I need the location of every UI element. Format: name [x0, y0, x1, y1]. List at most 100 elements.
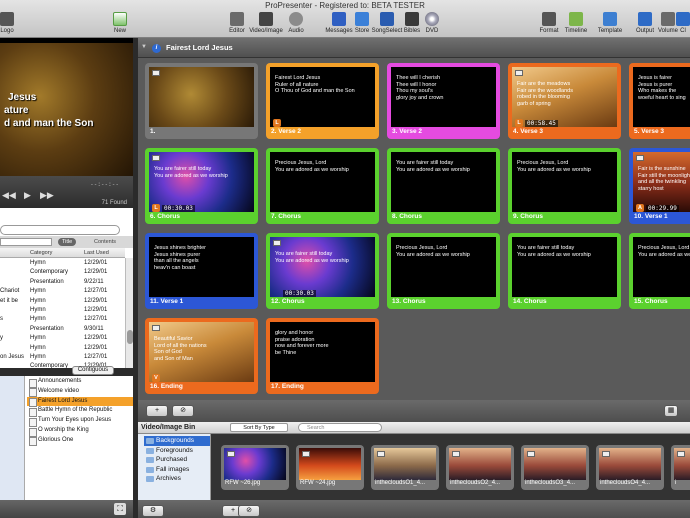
slide-thumbnail[interactable]: You are fairer still today You are adore…: [266, 233, 379, 309]
dvd-button[interactable]: DVD: [417, 12, 447, 34]
library-row[interactable]: Hymn 12/29/01: [0, 259, 125, 268]
slide-thumbnail[interactable]: Jesus is fairer Jesus is purer Who makes…: [629, 63, 690, 139]
collapse-arrow-icon[interactable]: ▼: [141, 44, 147, 50]
media-thumbnail[interactable]: inthecloudsO1_4...: [371, 445, 439, 490]
slide-thumbnail[interactable]: You are fairer still today You are adore…: [508, 233, 621, 309]
library-row[interactable]: et it be Hymn 12/29/01: [0, 297, 125, 306]
library-cell-last-used: 12/29/01: [84, 260, 108, 266]
media-folder[interactable]: Backgrounds: [144, 436, 210, 446]
library-row[interactable]: Chariot Hymn 12/27/01: [0, 287, 125, 296]
slide-thumbnail[interactable]: Thee will I cherish Thee will I honor Th…: [387, 63, 500, 139]
playlist-item[interactable]: Fairest Lord Jesus: [27, 396, 133, 407]
format-icon: [542, 12, 556, 26]
presentation-title: Fairest Lord Jesus: [166, 43, 233, 52]
media-thumbnail[interactable]: i: [671, 445, 690, 490]
new-button[interactable]: New: [105, 12, 135, 34]
speaker-icon: [289, 12, 303, 26]
preview-line-1: Jesus: [8, 92, 37, 103]
library-filter-bar: Title Contents: [0, 236, 133, 248]
library-row[interactable]: on Jesus Hymn 12/27/01: [0, 353, 125, 362]
library-row[interactable]: s Hymn 12/27/01: [0, 315, 125, 324]
column-header-last-used[interactable]: Last Used: [84, 250, 109, 256]
playlist-item[interactable]: Turn Your Eyes upon Jesus: [27, 416, 133, 427]
slide-thumbnail[interactable]: Precious Jesus, Lord You are adored as w…: [508, 148, 621, 224]
clear-button[interactable]: Cl: [676, 12, 690, 34]
logo-button[interactable]: Logo: [0, 12, 22, 34]
library-cell-category: Hymn: [30, 316, 46, 323]
format-button[interactable]: Format: [534, 12, 564, 34]
propresenter-window: ProPresenter - Registered to: BETA TESTE…: [0, 0, 690, 518]
library-cell-category: Hymn: [30, 354, 46, 360]
media-folder[interactable]: Archives: [144, 474, 210, 484]
library-row[interactable]: y Hymn 12/29/01: [0, 334, 125, 343]
slide-label: 16. Ending: [150, 383, 183, 390]
add-slide-button[interactable]: +: [146, 405, 168, 417]
no-action-button[interactable]: ⊘: [172, 405, 194, 417]
slide-thumbnail[interactable]: 1.: [145, 63, 258, 139]
tab-contents[interactable]: Contents: [90, 238, 120, 246]
column-header-category[interactable]: Category: [30, 250, 52, 256]
play-button[interactable]: ▶: [24, 190, 31, 201]
store-icon: [355, 12, 369, 26]
timeline-button[interactable]: Timeline: [561, 12, 591, 34]
slide-thumbnail[interactable]: You are fairer still today You are adore…: [387, 148, 500, 224]
library-row[interactable]: Contemporary 12/29/01: [0, 268, 125, 277]
slide-label: 1.: [150, 128, 156, 135]
transport-controls: --:--:-- ◀◀ ▶ ▶▶ 71 Found: [0, 176, 133, 208]
sort-select[interactable]: Sort By Type: [230, 423, 288, 432]
library-cell-last-used: 12/29/01: [84, 344, 108, 351]
library-scrollbar[interactable]: [125, 258, 133, 368]
library-row[interactable]: Hymn 12/29/01: [0, 344, 125, 353]
slide-thumbnail[interactable]: Jesus shines brighter Jesus shines purer…: [145, 233, 258, 309]
audio-button[interactable]: Audio: [281, 12, 311, 34]
gear-button[interactable]: ⚙: [142, 505, 164, 517]
playlist-groups[interactable]: [0, 376, 25, 500]
media-thumbnail[interactable]: inthecloudsO2_4...: [446, 445, 514, 490]
media-thumbnail[interactable]: inthecloudsO3_4...: [521, 445, 589, 490]
library-row[interactable]: Presentation 9/22/11: [0, 278, 125, 287]
library-cell-last-used: 12/27/01: [84, 288, 108, 295]
slide-thumbnail[interactable]: Fair is the sunshine Fair still the moon…: [629, 148, 690, 224]
playlist-item[interactable]: Announcements: [27, 377, 133, 388]
media-folder[interactable]: Foregrounds: [144, 446, 210, 456]
playlist-item[interactable]: Battle Hymn of the Republic: [27, 406, 133, 417]
remove-media-button[interactable]: ⊘: [238, 505, 260, 517]
contiguous-button[interactable]: Contiguous: [72, 366, 114, 375]
slide-thumbnail[interactable]: Fairest Lord Jesus Ruler of all nature O…: [266, 63, 379, 139]
media-folder[interactable]: Fall images: [144, 465, 210, 475]
library-row[interactable]: Presentation 9/30/11: [0, 325, 125, 334]
grid-view-button[interactable]: ▦: [664, 405, 678, 417]
media-thumbnail[interactable]: inthecloudsO4_4...: [596, 445, 664, 490]
slide-thumbnail[interactable]: Beautiful Savior Lord of all the nations…: [145, 318, 258, 394]
library-row[interactable]: Hymn 12/29/01: [0, 306, 125, 315]
slide-thumbnail[interactable]: Precious Jesus, Lord You are adored as w…: [629, 233, 690, 309]
tab-title[interactable]: Title: [58, 238, 77, 246]
fullscreen-button[interactable]: ⛶: [114, 503, 126, 515]
info-icon[interactable]: i: [152, 44, 161, 53]
slide-preview: Jesus shines brighter Jesus shines purer…: [149, 237, 254, 297]
playlist-item[interactable]: Welcome video: [27, 387, 133, 398]
previous-button[interactable]: ◀◀: [2, 190, 16, 201]
media-thumbnail[interactable]: RFW ~26.jpg: [221, 445, 289, 490]
slide-preview: Fair is the sunshine Fair still the moon…: [633, 152, 690, 212]
slide-thumbnail[interactable]: Precious Jesus, Lord You are adored as w…: [266, 148, 379, 224]
library-search-input[interactable]: [0, 225, 120, 235]
next-button[interactable]: ▶▶: [40, 190, 54, 201]
slide-thumbnail[interactable]: glory and honor praise adoration now and…: [266, 318, 379, 394]
template-button[interactable]: Template: [595, 12, 625, 34]
media-thumbnail[interactable]: RFW ~24.jpg: [296, 445, 364, 490]
slide-thumbnail[interactable]: Precious Jesus, Lord You are adored as w…: [387, 233, 500, 309]
playlist-item[interactable]: Glorious One: [27, 436, 133, 447]
slide-label: 7. Chorus: [271, 213, 301, 220]
category-filter-select[interactable]: [0, 238, 52, 246]
library-scroll-thumb[interactable]: [127, 330, 133, 344]
slide-thumbnail[interactable]: Fair are the meadows Fair are the woodla…: [508, 63, 621, 139]
library-panel: Title Contents Category Last Used Hymn 12…: [0, 208, 133, 368]
media-thumbnail-label: inthecloudsO4_4...: [600, 480, 651, 486]
playlist-item[interactable]: O worship the King: [27, 426, 133, 437]
slide-thumbnail[interactable]: You are fairer still today You are adore…: [145, 148, 258, 224]
media-search-input[interactable]: Search: [298, 423, 382, 432]
slide-text: You are fairer still today You are adore…: [154, 166, 228, 179]
video-image-button[interactable]: Video/Image: [248, 12, 284, 34]
media-folder[interactable]: Purchased: [144, 455, 210, 465]
